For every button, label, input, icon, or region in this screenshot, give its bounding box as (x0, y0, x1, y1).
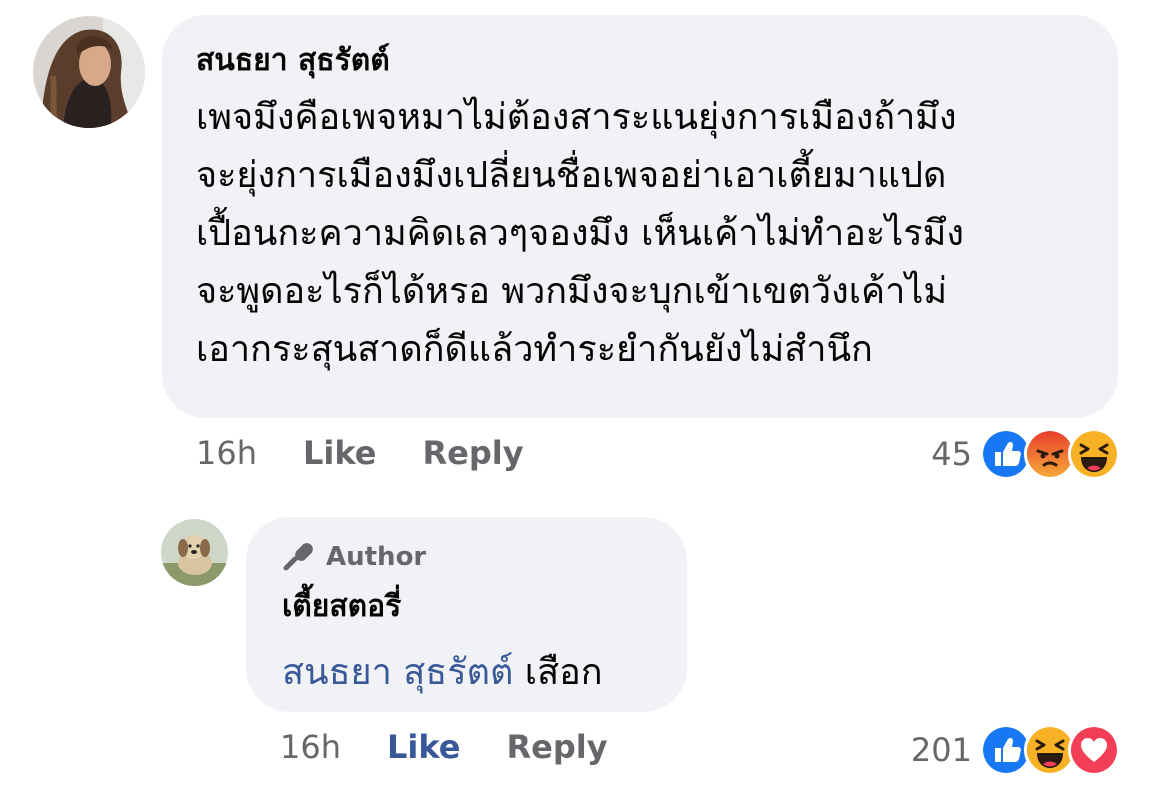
reply-text-body: เสือก (513, 652, 603, 693)
reply-bubble: Author เตี้ยสตอรี่ สนธยา สุธรัตต์ เสือก (246, 517, 687, 712)
comment-bubble: สนธยา สุธรัตต์ เพจมึงคือเพจหมาไม่ต้องสาร… (162, 15, 1118, 418)
reaction-count: 45 (931, 435, 972, 473)
haha-icon (1068, 428, 1120, 480)
reaction-summary[interactable]: 201 (911, 724, 1120, 776)
reply-author-name[interactable]: เตี้ยสตอรี่ (282, 587, 657, 627)
comment-text: เพจมึงคือเพจหมาไม่ต้องสาระแนยุ่งการเมือง… (196, 89, 1086, 379)
reply-button[interactable]: Reply (422, 434, 523, 472)
comment-actions: 16h Like Reply (196, 434, 570, 472)
author-badge-label: Author (326, 542, 427, 572)
microphone-icon (283, 543, 313, 571)
comment-text-line: เพจมึงคือเพจหมาไม่ต้องสาระแนยุ่งการเมือง… (196, 97, 957, 138)
reaction-count: 201 (910, 731, 972, 769)
love-icon (1068, 724, 1120, 776)
mention-link[interactable]: สนธยา สุธรัตต์ (282, 652, 513, 693)
like-button[interactable]: Like (303, 434, 376, 472)
comment-timestamp[interactable]: 16h (196, 434, 257, 472)
reply-timestamp[interactable]: 16h (280, 728, 341, 766)
reply-actions: 16h Like Reply (280, 728, 654, 766)
comment-text-line: เปื้อนกะความคิดเลวๆจองมึง เห็นเค้าไม่ทำอ… (196, 213, 964, 254)
author-badge: Author (282, 539, 657, 575)
reply-button[interactable]: Reply (506, 728, 607, 766)
comment-text-line: เอากระสุนสาดก็ดีแล้วทำระยำกันยังไม่สำนึก (196, 329, 873, 370)
commenter-avatar[interactable] (33, 16, 145, 128)
page-avatar[interactable] (161, 519, 228, 586)
comment-text-line: จะยุ่งการเมืองมึงเปลี่ยนชื่อเพจอย่าเอาเต… (196, 155, 947, 196)
comment-text-line: จะพูดอะไรก็ได้หรอ พวกมึงจะบุกเข้าเขตวังเ… (196, 271, 948, 312)
like-button[interactable]: Like (387, 728, 460, 766)
comment-author-name[interactable]: สนธยา สุธรัตต์ (196, 41, 1086, 81)
reaction-summary[interactable]: 45 (931, 428, 1120, 480)
reply-text: สนธยา สุธรัตต์ เสือก (282, 649, 657, 697)
